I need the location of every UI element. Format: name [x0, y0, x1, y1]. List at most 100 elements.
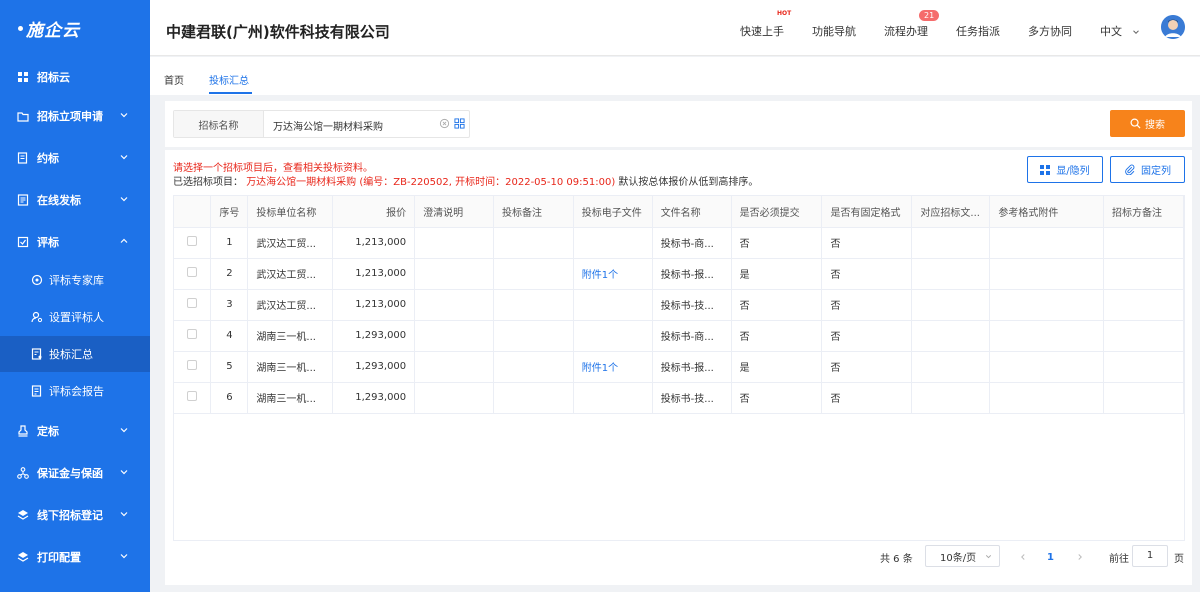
folder-icon	[16, 109, 30, 123]
cell-electronic-file	[573, 382, 653, 414]
cell-index: 1	[210, 227, 249, 259]
fix-columns-button[interactable]: 固定列	[1110, 156, 1185, 183]
clear-circle-icon[interactable]	[439, 118, 450, 129]
row-checkbox	[174, 320, 212, 352]
cell-tenderer-remark	[1103, 289, 1184, 321]
cell-price: 1,213,000	[332, 258, 416, 290]
user-avatar[interactable]	[1161, 15, 1185, 39]
list-document-icon	[16, 193, 30, 207]
sidebar-item-project-application[interactable]: 招标立项申请	[0, 98, 150, 134]
row-select-checkbox[interactable]	[187, 329, 198, 339]
user-setting-icon	[30, 311, 43, 324]
sidebar-item-bidding-cloud[interactable]: 招标云	[0, 59, 150, 95]
grid-select-icon[interactable]	[454, 118, 465, 129]
cell-tenderer-remark	[1103, 351, 1184, 383]
chevron-down-icon	[985, 555, 992, 559]
cell-fixed-format: 否	[821, 289, 913, 321]
nav-task-assignment[interactable]: 任务指派	[956, 23, 1000, 39]
tab-bid-summary[interactable]: 投标汇总	[209, 72, 249, 87]
toggle-columns-label: 显/隐列	[1056, 166, 1090, 177]
sidebar-item-award[interactable]: 定标	[0, 413, 150, 449]
row-select-checkbox[interactable]	[187, 360, 198, 370]
sidebar-item-label: 保证金与保函	[37, 467, 103, 480]
row-select-checkbox[interactable]	[187, 391, 198, 401]
table-row[interactable]: 1 武汉达工贸... 1,213,000 投标书-商... 否否	[174, 227, 1184, 259]
sidebar-item-offline-register[interactable]: 线下招标登记	[0, 497, 150, 533]
sidebar-subitem-expert-library[interactable]: 评标专家库	[0, 262, 150, 298]
table-row[interactable]: 5 湖南三一机... 1,293,000 附件1个 投标书-报... 是否	[174, 351, 1184, 383]
sidebar-item-print-config[interactable]: 打印配置	[0, 539, 150, 575]
chevron-down-icon	[120, 155, 128, 160]
cell-clarification	[414, 382, 494, 414]
table-row[interactable]: 3 武汉达工贸... 1,213,000 投标书-技... 否否	[174, 289, 1184, 321]
nav-process-handling[interactable]: 流程办理	[884, 23, 928, 39]
sidebar-item-deposit[interactable]: 保证金与保函	[0, 455, 150, 491]
cell-file-name: 投标书-商...	[652, 320, 732, 352]
cell-electronic-file[interactable]: 附件1个	[573, 351, 653, 383]
search-button[interactable]: 搜索	[1110, 110, 1185, 137]
summary-icon	[30, 348, 43, 361]
cell-company: 湖南三一机...	[247, 382, 334, 414]
cell-tender-doc	[911, 351, 991, 383]
sidebar-item-label: 招标云	[37, 71, 70, 84]
cell-index: 5	[210, 351, 249, 383]
sidebar: 施企云 招标云 招标立项申请 约标 在线发标 评标 评标专家库 设置评标人 投标…	[0, 0, 150, 592]
table-row[interactable]: 4 湖南三一机... 1,293,000 投标书-商... 否否	[174, 320, 1184, 352]
sidebar-item-label: 定标	[37, 425, 59, 438]
language-select[interactable]: 中文	[1100, 23, 1141, 39]
logo[interactable]: 施企云	[0, 0, 150, 56]
sidebar-item-invite[interactable]: 约标	[0, 140, 150, 176]
report-icon	[30, 385, 43, 398]
process-count-badge: 21	[919, 10, 940, 21]
row-select-checkbox[interactable]	[187, 236, 198, 246]
nav-function-navigation[interactable]: 功能导航	[812, 23, 856, 39]
sidebar-item-label: 线下招标登记	[37, 509, 103, 522]
cell-required: 是	[731, 351, 823, 383]
cell-reference-attachment	[989, 227, 1105, 259]
expert-icon	[30, 274, 43, 287]
tab-active-indicator	[209, 92, 252, 94]
cell-price: 1,213,000	[332, 227, 416, 259]
cell-tender-doc	[911, 258, 991, 290]
sidebar-item-evaluation[interactable]: 评标	[0, 224, 150, 260]
tab-home[interactable]: 首页	[164, 72, 184, 87]
search-input[interactable]: 万达海公馆一期材料采购	[273, 118, 383, 133]
header-clarification: 澄清说明	[414, 196, 494, 228]
main-panel: 招标名称 万达海公馆一期材料采购 搜索 请选择一个招标项目后，查看相关投标资料。…	[165, 101, 1192, 585]
paperclip-icon	[1125, 164, 1135, 175]
sidebar-subitem-bid-summary[interactable]: 投标汇总	[0, 336, 150, 372]
cell-reference-attachment	[989, 258, 1105, 290]
row-select-checkbox[interactable]	[187, 267, 198, 277]
chevron-down-icon	[120, 428, 128, 433]
selected-project-info: 已选招标项目： 万达海公馆一期材料采购 (编号：ZB-220502, 开标时间：…	[173, 173, 758, 188]
cell-index: 3	[210, 289, 249, 321]
page-number-current[interactable]: 1	[1047, 545, 1054, 569]
toggle-columns-button[interactable]: 显/隐列	[1027, 156, 1103, 183]
sidebar-subitem-set-evaluator[interactable]: 设置评标人	[0, 299, 150, 335]
cell-tender-doc	[911, 289, 991, 321]
cell-file-name: 投标书-技...	[652, 382, 732, 414]
next-page-button[interactable]	[1075, 545, 1085, 569]
cell-fixed-format: 否	[821, 227, 913, 259]
selected-prefix: 已选招标项目：	[173, 177, 243, 188]
table-row[interactable]: 6 湖南三一机... 1,293,000 投标书-技... 否否	[174, 382, 1184, 414]
cell-price: 1,293,000	[332, 382, 416, 414]
sidebar-item-online-publish[interactable]: 在线发标	[0, 182, 150, 218]
cell-electronic-file[interactable]: 附件1个	[573, 258, 653, 290]
prev-page-button[interactable]	[1018, 545, 1028, 569]
nav-collaboration[interactable]: 多方协同	[1028, 23, 1072, 39]
hot-badge: HOT	[777, 10, 792, 17]
cell-index: 2	[210, 258, 249, 290]
sidebar-subitem-label: 投标汇总	[49, 348, 93, 361]
nav-quick-start[interactable]: 快速上手	[740, 23, 784, 39]
row-select-checkbox[interactable]	[187, 298, 198, 308]
selected-project: 万达海公馆一期材料采购 (编号：ZB-220502, 开标时间：2022-05-…	[246, 177, 616, 188]
sidebar-item-label: 打印配置	[37, 551, 81, 564]
logo-text: 施企云	[26, 20, 80, 41]
goto-page-input[interactable]: 1	[1132, 545, 1168, 567]
sidebar-subitem-evaluation-report[interactable]: 评标会报告	[0, 373, 150, 409]
sidebar-item-label: 评标	[37, 236, 59, 249]
table-row[interactable]: 2 武汉达工贸... 1,213,000 附件1个 投标书-报... 是否	[174, 258, 1184, 290]
page-size-select[interactable]: 10条/页	[925, 545, 1000, 567]
cell-electronic-file	[573, 227, 653, 259]
